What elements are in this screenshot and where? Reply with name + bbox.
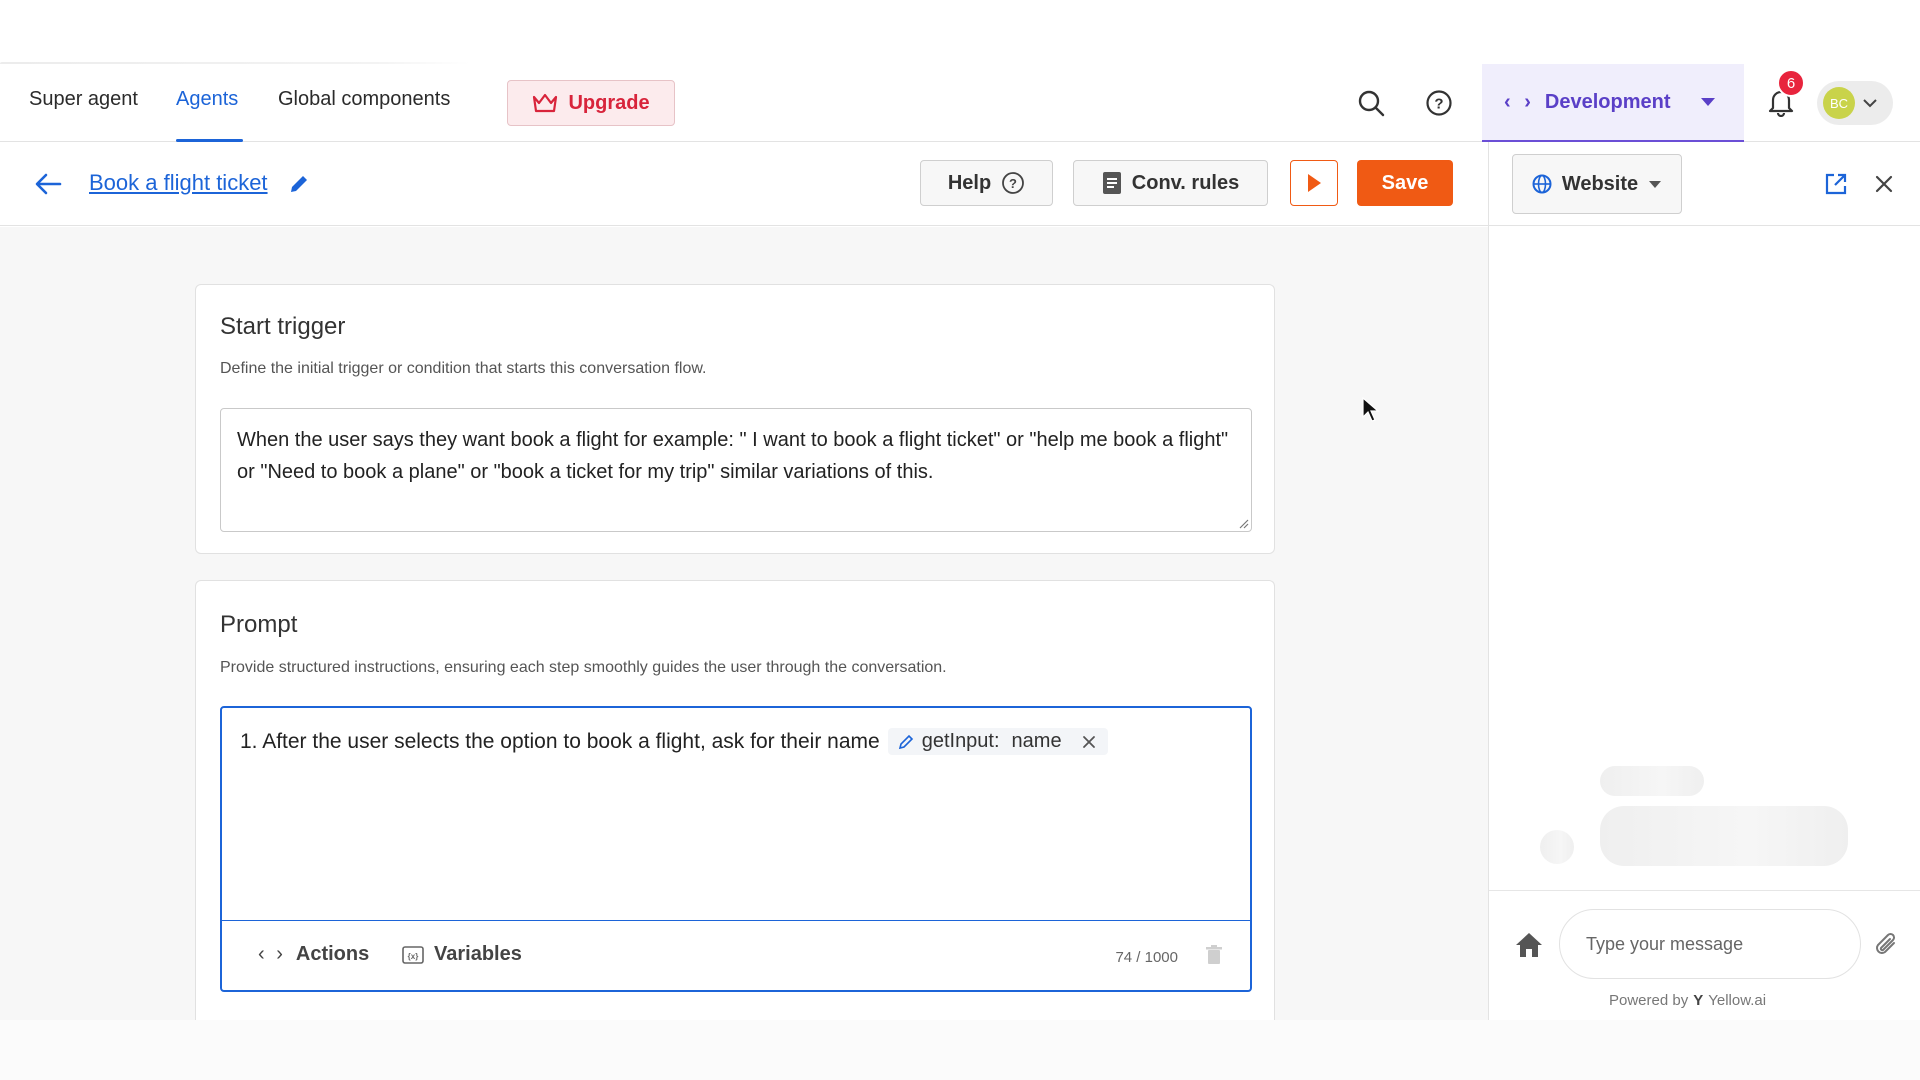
chat-input-area: Powered by Y Yellow.ai [1489,890,1920,1020]
character-counter: 74 / 1000 [1115,949,1178,966]
caret-down-icon [1649,180,1662,188]
mouse-cursor-icon [1362,397,1380,422]
message-input[interactable] [1559,909,1861,979]
loading-skeleton [1600,766,1704,796]
svg-text:{x}: {x} [408,952,419,961]
code-icon: ‹ › [258,943,286,965]
external-link-icon [1825,173,1847,195]
home-icon [1516,933,1542,957]
save-button[interactable]: Save [1357,160,1453,206]
profile-menu[interactable]: BC [1817,81,1893,125]
channel-label: Website [1561,172,1639,195]
help-button[interactable]: Help ? [920,160,1053,206]
top-navigation: Super agent Agents Global components Upg… [0,64,1920,142]
preview-divider [1488,142,1489,1020]
powered-by-label: Powered by [1609,992,1689,1009]
tab-super-agent[interactable]: Super agent [29,88,138,111]
caret-down-icon [1701,98,1716,106]
environment-switcher[interactable]: ‹ › Development [1482,64,1744,142]
variables-button[interactable]: {x} Variables [402,943,522,966]
chip-function: getInput: [921,730,1000,752]
arrow-left-icon [35,173,62,195]
chip-value: name [1011,730,1062,752]
flow-editor: Start trigger Define the initial trigger… [0,227,1488,1030]
variables-label: Variables [434,943,522,965]
attach-button[interactable] [1869,927,1905,963]
pencil-icon [291,176,307,192]
close-icon[interactable] [1082,735,1096,749]
svg-text:?: ? [1434,96,1443,113]
avatar: BC [1823,87,1855,119]
prompt-title: Prompt [220,611,298,638]
chevron-down-icon [1863,98,1877,107]
globe-icon [1532,174,1552,194]
home-button[interactable] [1511,927,1547,963]
tab-global-components[interactable]: Global components [278,88,450,111]
back-button[interactable] [30,166,66,202]
flow-header: Book a flight ticket Help ? Conv. rules … [0,142,1920,226]
pencil-icon[interactable] [898,734,914,750]
question-circle-icon: ? [1426,90,1452,116]
edit-title-button[interactable] [281,166,317,202]
close-preview-button[interactable] [1866,166,1902,202]
conv-rules-button[interactable]: Conv. rules [1073,160,1268,206]
environment-label: Development [1544,90,1671,113]
prompt-toolbar: ‹ › Actions {x} Variables 74 / 1000 [222,920,1250,990]
start-trigger-description: Define the initial trigger or condition … [220,360,707,377]
search-button[interactable] [1353,85,1389,121]
close-icon [1875,175,1893,193]
actions-button[interactable]: ‹ › Actions [258,943,369,966]
notification-count-badge: 6 [1777,69,1805,97]
help-label: Help [947,171,992,194]
play-icon [1308,174,1321,192]
start-trigger-card: Start trigger Define the initial trigger… [195,284,1275,554]
variables-icon: {x} [402,945,424,964]
prompt-step[interactable]: 1. After the user selects the option to … [240,728,1108,755]
crown-icon [533,93,558,113]
start-trigger-title: Start trigger [220,313,346,340]
prompt-step-text: 1. After the user selects the option to … [240,729,880,753]
loading-skeleton-avatar [1540,830,1574,864]
flow-title[interactable]: Book a flight ticket [89,170,268,196]
channel-selector[interactable]: Website [1512,154,1682,214]
tab-agents[interactable]: Agents [176,88,238,111]
get-input-chip[interactable]: getInput: name [887,728,1108,755]
upgrade-button[interactable]: Upgrade [507,80,675,126]
prompt-description: Provide structured instructions, ensurin… [220,659,947,676]
start-trigger-value: When the user says they want book a flig… [237,429,1229,483]
bottom-strip [0,1020,1920,1080]
loading-skeleton-message [1600,806,1848,866]
delete-prompt-button[interactable] [1196,937,1232,973]
resize-handle-icon[interactable] [1237,517,1249,529]
play-button[interactable] [1290,160,1338,206]
paperclip-icon [1876,932,1896,954]
prompt-editor[interactable]: 1. After the user selects the option to … [220,706,1252,992]
search-icon [1358,90,1385,117]
brand-name: Yellow.ai [1708,992,1767,1009]
yellow-logo-icon: Y [1693,992,1704,1009]
question-circle-icon: ? [1002,172,1025,194]
powered-by: Powered by Y Yellow.ai [1609,992,1766,1009]
open-external-button[interactable] [1818,166,1854,202]
actions-label: Actions [295,943,370,965]
help-center-button[interactable]: ? [1421,85,1457,121]
start-trigger-input[interactable]: When the user says they want book a flig… [220,408,1252,532]
document-icon [1102,172,1121,194]
prompt-card: Prompt Provide structured instructions, … [195,580,1275,1030]
code-icon: ‹ › [1504,90,1535,113]
trash-icon [1206,945,1222,964]
conv-rules-label: Conv. rules [1131,171,1240,194]
upgrade-label: Upgrade [568,91,650,114]
svg-text:?: ? [1009,176,1017,191]
